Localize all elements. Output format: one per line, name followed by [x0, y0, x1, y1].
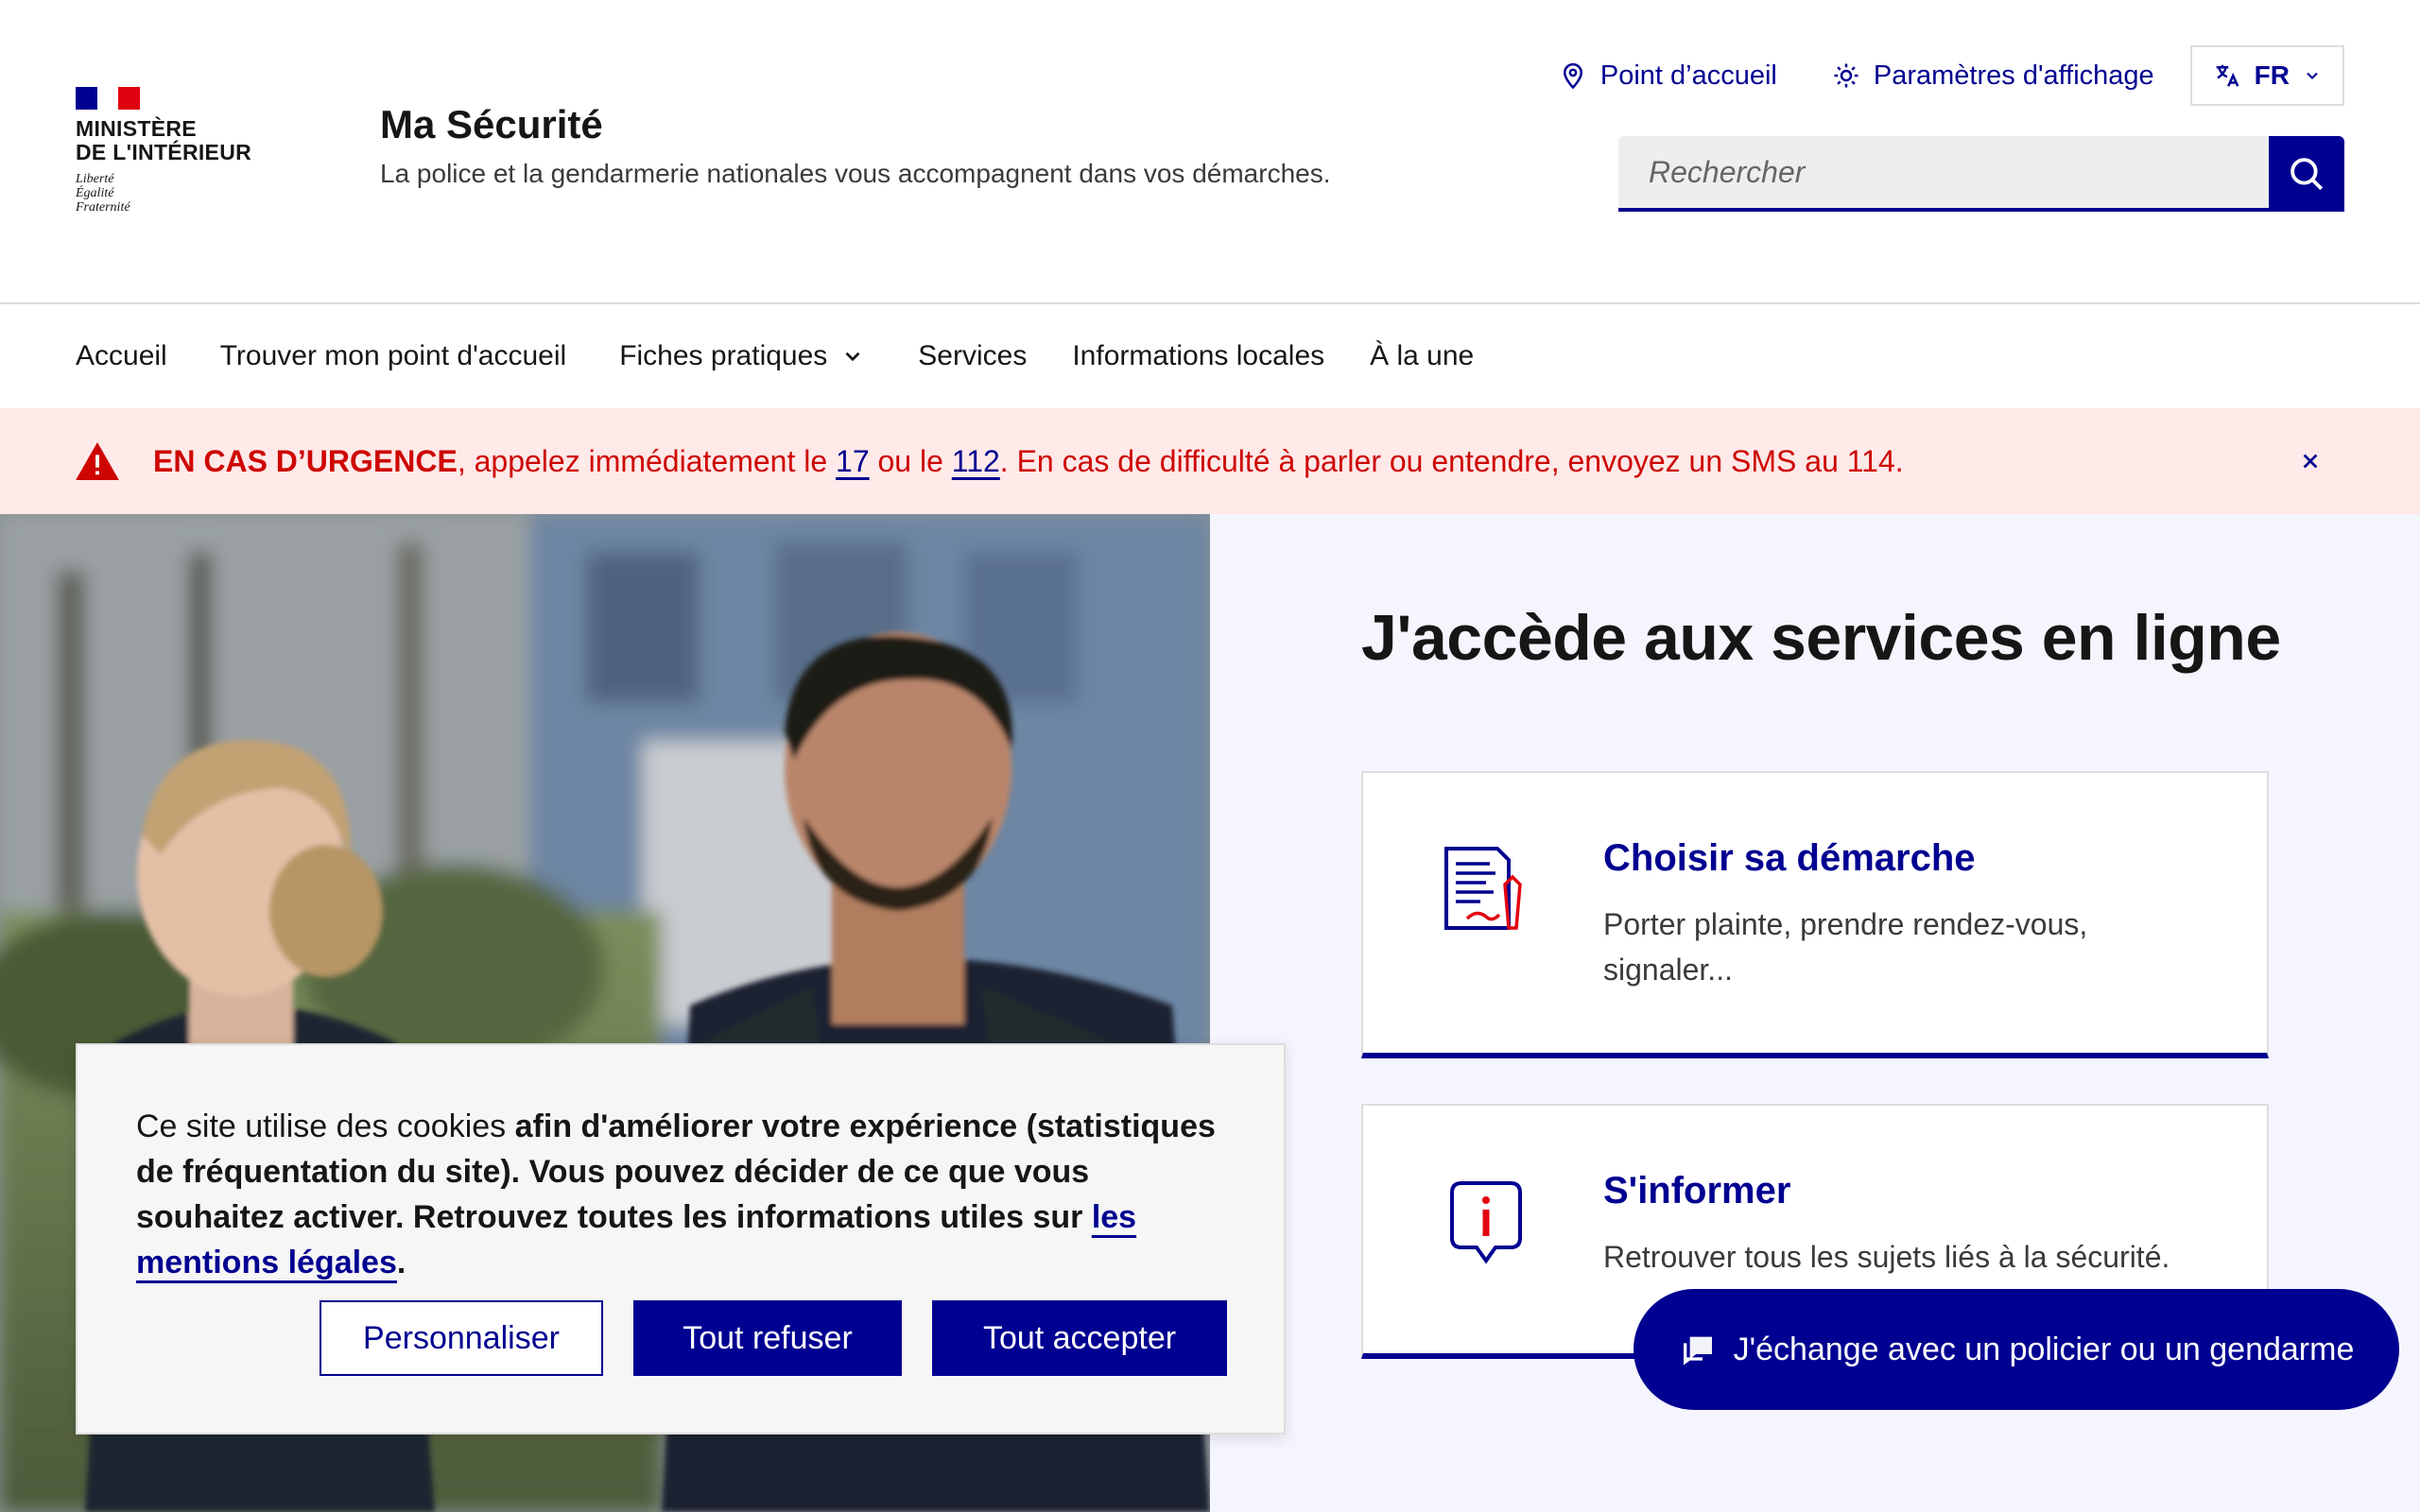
nav-item-label: Fiches pratiques [619, 340, 828, 371]
chevron-down-icon [845, 352, 860, 362]
display-settings-link[interactable]: Paramètres d'affichage [1832, 60, 2154, 92]
language-label: FR [2254, 60, 2290, 90]
card-choisir-demarche[interactable]: Choisir sa démarche Porter plainte, pren… [1361, 771, 2269, 1058]
chat-button-label: J'échange avec un policier ou un gendarm… [1733, 1331, 2355, 1367]
nav-item-label: Informations locales [1072, 340, 1325, 371]
site-title[interactable]: Ma Sécurité [380, 102, 603, 147]
translate-icon [2216, 64, 2239, 87]
accept-all-cookies-button[interactable]: Tout accepter [932, 1300, 1227, 1376]
nav-item-fiches-pratiques[interactable]: Fiches pratiques [619, 340, 865, 372]
nav-item-label: À la une [1370, 340, 1475, 371]
cookie-message: Ce site utilise des cookies afin d'améli… [136, 1104, 1233, 1285]
nav-item-label: Trouver mon point d'accueil [219, 340, 567, 371]
chevron-down-icon [2307, 72, 2318, 79]
nav-item-trouver-point-accueil[interactable]: Trouver mon point d'accueil [220, 340, 566, 372]
nav-item-label: Services [918, 340, 1028, 371]
ministry-logo[interactable]: Ministère de l'Intérieur Liberté Égalité… [76, 87, 274, 215]
search-icon [2290, 158, 2324, 191]
card-title: S'informer [1603, 1170, 1791, 1211]
nav-item-accueil[interactable]: Accueil [76, 340, 167, 372]
cookie-consent-banner: Ce site utilise des cookies afin d'améli… [76, 1043, 1286, 1435]
alert-message: EN CAS D’URGENCE, appelez immédiatement … [153, 444, 1904, 479]
close-icon [2303, 454, 2318, 469]
cookie-text-plain: Ce site utilise des cookies [136, 1108, 515, 1144]
nav-item-informations-locales[interactable]: Informations locales [1072, 340, 1324, 372]
customize-cookies-button[interactable]: Personnaliser [320, 1300, 603, 1376]
point-accueil-label: Point d’accueil [1599, 60, 1777, 91]
point-accueil-link[interactable]: Point d’accueil [1559, 60, 1777, 92]
refuse-all-cookies-button[interactable]: Tout refuser [633, 1300, 902, 1376]
logo-motto: Liberté Égalité Fraternité [76, 172, 130, 215]
card-title: Choisir sa démarche [1603, 837, 1976, 879]
language-selector[interactable]: FR [2189, 45, 2344, 106]
alert-text-2: ou le [869, 443, 952, 478]
site-header: Ministère de l'Intérieur Liberté Égalité… [0, 0, 2420, 304]
info-bubble-icon [1450, 1181, 1522, 1264]
cookie-text-end: . [396, 1245, 406, 1280]
alert-text-3: . En cas de difficulté à parler ou enten… [999, 443, 1904, 478]
search-button[interactable] [2269, 136, 2344, 212]
document-signature-icon [1444, 847, 1522, 930]
search-input[interactable] [1618, 136, 2269, 212]
chat-bubble-icon [1683, 1336, 1712, 1366]
card-description: Porter plainte, prendre rendez-vous, sig… [1603, 907, 2088, 987]
phone-17-link[interactable]: 17 [836, 444, 870, 478]
card-description: Retrouver tous les sujets liés à la sécu… [1603, 1240, 2170, 1274]
site-tagline: La police et la gendarmerie nationales v… [380, 159, 1331, 188]
header-tools: Point d’accueil Paramètres d'affichage F… [1559, 45, 2344, 106]
nav-item-services[interactable]: Services [918, 340, 1027, 372]
logo-ministry-name: Ministère de l'Intérieur [76, 116, 252, 164]
warning-icon [76, 442, 119, 480]
alert-close-button[interactable] [2291, 442, 2329, 480]
chat-with-officer-button[interactable]: J'échange avec un policier ou un gendarm… [1634, 1289, 2399, 1410]
cookie-buttons: Personnaliser Tout refuser Tout accepter [320, 1300, 1227, 1376]
nav-item-a-la-une[interactable]: À la une [1370, 340, 1474, 372]
french-flag-icon [76, 87, 141, 110]
map-pin-icon [1563, 62, 1582, 90]
emergency-alert: EN CAS D’URGENCE, appelez immédiatement … [0, 408, 2420, 514]
services-heading: J'accède aux services en ligne [1361, 602, 2281, 674]
search-bar [1618, 136, 2344, 212]
display-settings-label: Paramètres d'affichage [1873, 60, 2154, 91]
main-navigation: Accueil Trouver mon point d'accueil Fich… [0, 304, 2420, 408]
sun-icon [1834, 63, 1858, 88]
nav-item-label: Accueil [76, 340, 167, 371]
alert-text-1: , appelez immédiatement le [457, 443, 837, 478]
phone-112-link[interactable]: 112 [952, 444, 1000, 478]
alert-strong: EN CAS D’URGENCE [153, 443, 458, 478]
